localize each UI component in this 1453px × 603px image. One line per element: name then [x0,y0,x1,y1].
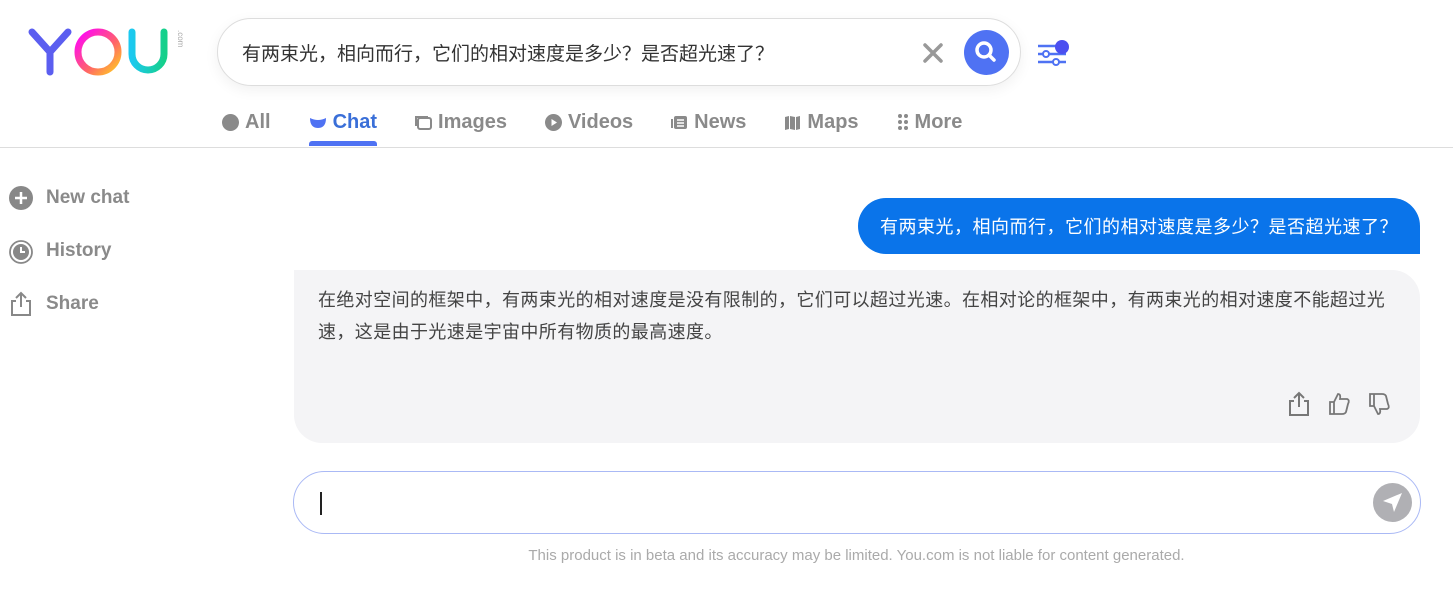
sidebar-item-label: New chat [46,187,130,208]
map-icon [785,115,801,130]
tab-label: Videos [567,110,634,133]
tab-maps[interactable]: Maps [784,108,859,136]
filter-settings-icon[interactable] [1036,38,1070,68]
history-icon [9,240,33,264]
search-icon [975,41,996,62]
you-logo[interactable]: .com [28,26,188,78]
tab-images[interactable]: Images [415,108,507,136]
assistant-message: 在绝对空间的框架中，有两束光的相对速度是没有限制的，它们可以超过光速。在相对论的… [294,270,1420,443]
play-icon [544,113,562,131]
search-tabs: All Chat Images Videos News Maps More [222,108,1000,146]
search-bar [217,18,1021,86]
thumbs-up-icon[interactable] [1326,391,1352,417]
sidebar-item-label: History [46,240,112,261]
chat-input[interactable] [293,471,1421,534]
share-icon[interactable] [1286,391,1312,417]
chat-icon [309,118,326,128]
tab-label: Images [438,110,507,133]
sidebar-item-new-chat[interactable]: New chat [8,184,129,212]
tab-more[interactable]: More [897,108,963,136]
search-button[interactable] [964,30,1009,75]
tab-label: News [694,110,747,133]
header-divider [0,147,1453,148]
plus-circle-icon [9,186,33,210]
sidebar-item-history[interactable]: History [8,237,129,265]
images-icon [415,115,433,130]
thumbs-down-icon[interactable] [1366,391,1392,417]
message-actions [1286,391,1392,417]
news-icon [671,115,688,129]
sidebar: New chat History Share [8,184,129,343]
clear-icon[interactable] [918,38,948,68]
assistant-message-text: 在绝对空间的框架中，有两束光的相对速度是没有限制的，它们可以超过光速。在相对论的… [318,290,1386,343]
search-input[interactable] [242,37,892,67]
disclaimer: This product is in beta and its accuracy… [528,547,1185,564]
tab-videos[interactable]: Videos [544,108,634,136]
text-cursor [320,492,322,515]
share-icon [11,291,31,316]
tab-news[interactable]: News [671,108,746,136]
tab-label: All [245,110,271,133]
dots-grid-icon [897,114,908,130]
tab-label: Chat [332,110,378,133]
svg-text:.com: .com [176,30,185,48]
sidebar-item-share[interactable]: Share [8,290,129,318]
send-icon [1383,493,1402,512]
user-message: 有两束光，相向而行，它们的相对速度是多少？是否超光速了？ [858,198,1420,254]
tab-all[interactable]: All [222,108,271,136]
tab-label: Maps [807,110,859,133]
send-button[interactable] [1373,483,1412,522]
tab-chat[interactable]: Chat [308,108,378,146]
sidebar-item-label: Share [46,293,99,314]
search-icon [222,113,239,131]
tab-label: More [914,110,963,133]
